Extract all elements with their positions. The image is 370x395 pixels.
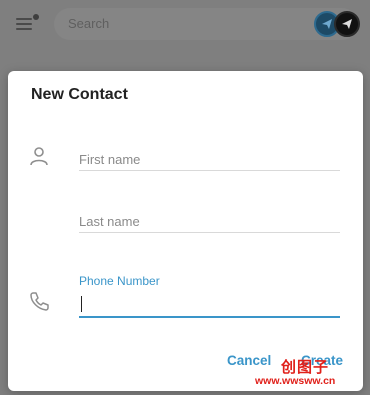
phone-number-label: Phone Number bbox=[79, 274, 160, 288]
phone-number-input[interactable] bbox=[79, 292, 340, 318]
create-button[interactable]: Create bbox=[301, 353, 343, 368]
app-header: Search bbox=[0, 0, 370, 48]
person-icon bbox=[28, 145, 50, 172]
dialog-actions: Cancel Create bbox=[227, 353, 347, 373]
phone-icon bbox=[28, 290, 50, 317]
search-placeholder: Search bbox=[68, 16, 110, 31]
phone-number-field[interactable]: Phone Number bbox=[79, 274, 340, 318]
first-name-input[interactable] bbox=[79, 148, 340, 171]
text-caret bbox=[81, 296, 82, 312]
first-name-field[interactable] bbox=[79, 148, 340, 171]
hamburger-menu-icon[interactable] bbox=[14, 12, 40, 36]
new-contact-dialog: New Contact Phone Number Cancel Create bbox=[8, 71, 363, 391]
telegram-avatar-icon[interactable] bbox=[334, 11, 360, 37]
cancel-button[interactable]: Cancel bbox=[227, 353, 271, 368]
dialog-title: New Contact bbox=[31, 86, 128, 103]
last-name-input[interactable] bbox=[79, 210, 340, 233]
search-box[interactable]: Search bbox=[54, 8, 360, 40]
last-name-field[interactable] bbox=[79, 210, 340, 233]
